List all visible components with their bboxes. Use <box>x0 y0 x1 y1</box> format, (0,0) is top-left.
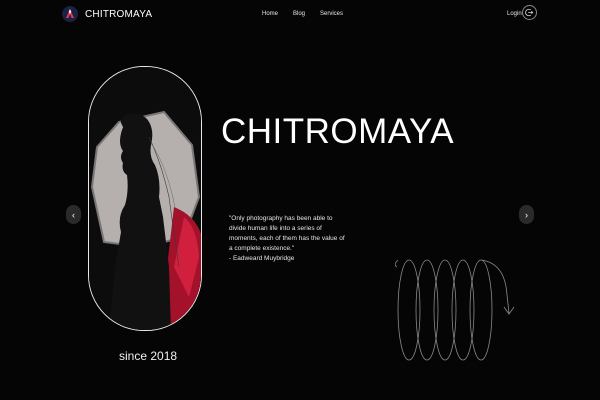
prev-slide-button[interactable]: ‹ <box>66 205 81 224</box>
chevron-left-icon: ‹ <box>72 209 75 220</box>
next-slide-button[interactable]: › <box>519 205 534 224</box>
logout-icon[interactable] <box>522 5 537 20</box>
hero-photo <box>88 66 202 331</box>
chevron-right-icon: › <box>525 209 528 220</box>
quote-line: "Only photography has been able to <box>229 215 333 222</box>
nav-blog[interactable]: Blog <box>293 11 305 17</box>
since-label: since 2018 <box>119 349 178 363</box>
logo-icon <box>62 6 78 22</box>
nav-services[interactable]: Services <box>320 11 343 17</box>
logo[interactable]: CHITROMAYA <box>62 6 152 22</box>
quote-author: - Eadweard Muybridge <box>229 255 295 262</box>
spiral-graphic <box>395 259 515 361</box>
header: CHITROMAYA Home Blog Services Login <box>0 0 600 30</box>
login-link[interactable]: Login <box>507 11 522 17</box>
brand-name: CHITROMAYA <box>85 8 153 20</box>
photography-quote: "Only photography has been able to divid… <box>229 214 369 264</box>
nav-home[interactable]: Home <box>262 11 278 17</box>
quote-line: a complete existence." <box>229 245 295 252</box>
quote-line: divide human life into a series of <box>229 225 322 232</box>
hero-title: CHITROMAYA <box>221 112 455 151</box>
quote-line: moments, each of them has the value of <box>229 235 345 242</box>
